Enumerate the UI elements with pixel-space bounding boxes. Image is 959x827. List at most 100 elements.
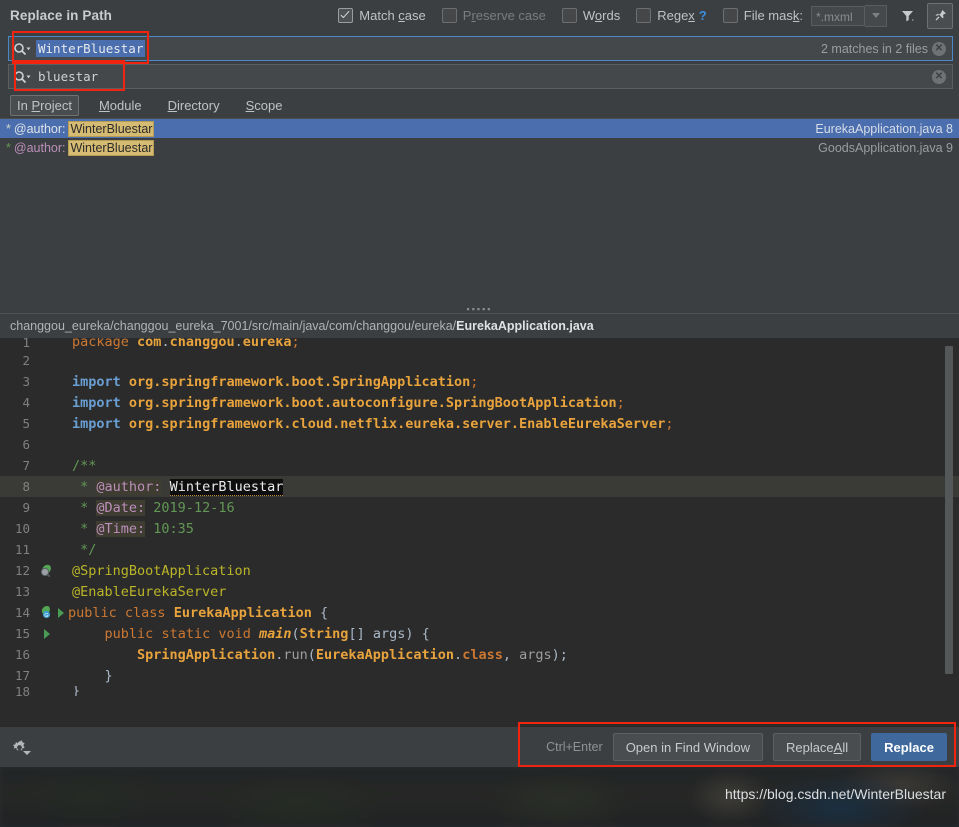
chevron-down-icon[interactable] [865, 4, 887, 27]
code-line: 6 [0, 434, 959, 455]
splitter-grip: ▪▪▪▪▪ [466, 303, 493, 314]
clear-icon[interactable]: ✕ [932, 69, 946, 84]
result-file: GoodsApplication.java 9 [818, 140, 953, 155]
code-line: 13 @EnableEurekaServer [0, 581, 959, 602]
file-mask-input[interactable]: *.mxml [811, 5, 865, 26]
code-line: 5 import org.springframework.cloud.netfl… [0, 413, 959, 434]
line-number: 2 [22, 353, 30, 368]
code-text: } [72, 667, 113, 684]
option-file-mask[interactable]: File mask: [722, 8, 803, 23]
line-number: 6 [22, 437, 30, 452]
shortcut-hint: Ctrl+Enter [546, 740, 603, 754]
search-options: Match case Preserve case Words Regex ? F… [322, 2, 953, 29]
comment-star: * [6, 140, 11, 155]
line-number: 12 [14, 563, 30, 578]
file-mask-checkbox[interactable] [722, 8, 738, 23]
scope-in-project[interactable]: In Project [10, 94, 79, 116]
code-text: import org.springframework.boot.autoconf… [72, 394, 625, 411]
code-text: import org.springframework.cloud.netflix… [72, 415, 674, 432]
code-text: public class EurekaApplication { [68, 604, 329, 621]
code-text: /** [72, 457, 97, 474]
line-number: 1 [22, 338, 30, 350]
line-number: 14 [14, 605, 30, 620]
chevron-down-icon[interactable] [23, 751, 31, 755]
regex-label: Regex [657, 8, 695, 23]
search-icon[interactable] [13, 70, 31, 84]
find-input[interactable]: WinterBluestar 2 matches in 2 files ✕ [8, 36, 953, 61]
code-editor[interactable]: 1 package com.changgou.eureka; 2 3 impor… [0, 338, 959, 727]
words-checkbox[interactable] [561, 8, 577, 23]
code-line: 3 import org.springframework.boot.Spring… [0, 371, 959, 392]
pin-icon[interactable] [927, 2, 953, 29]
line-number: 11 [14, 542, 30, 557]
code-text: * @Time: 10:35 [72, 520, 194, 537]
result-file: EurekaApplication.java 8 [815, 121, 953, 136]
replace-in-path-dialog: Replace in Path Match case Preserve case… [0, 0, 959, 767]
match-case-checkbox[interactable] [338, 8, 354, 23]
option-regex[interactable]: Regex ? [636, 8, 707, 23]
code-line: 18 } [0, 686, 959, 696]
svg-text:G: G [44, 613, 48, 619]
scope-selector: In Project Module Directory Scope [0, 92, 959, 118]
scope-module[interactable]: Module [93, 96, 148, 115]
line-number: 3 [22, 374, 30, 389]
clear-icon[interactable]: ✕ [932, 41, 946, 56]
code-line: 1 package com.changgou.eureka; [0, 338, 959, 350]
find-input-value[interactable]: WinterBluestar [36, 40, 146, 57]
preserve-case-checkbox[interactable] [441, 8, 457, 23]
line-number: 15 [14, 626, 30, 641]
editor-scrollbar[interactable] [945, 346, 953, 674]
run-arrow-icon[interactable] [34, 628, 60, 640]
panel-splitter[interactable]: ▪▪▪▪▪ [0, 304, 959, 313]
code-text: } [72, 686, 81, 696]
dialog-header: Replace in Path Match case Preserve case… [0, 0, 959, 31]
code-text: import org.springframework.boot.SpringAp… [72, 373, 479, 390]
code-text: */ [72, 541, 97, 558]
result-row[interactable]: * @author: WinterBluestar GoodsApplicati… [0, 138, 959, 157]
file-mask-combo[interactable]: *.mxml [811, 4, 887, 27]
replace-field-wrap: bluestar ✕ [8, 60, 953, 91]
line-number: 17 [14, 668, 30, 683]
open-in-find-window-button[interactable]: Open in Find Window [612, 733, 763, 761]
code-line: 4 import org.springframework.boot.autoco… [0, 392, 959, 413]
run-gutter-icon[interactable] [34, 563, 60, 579]
code-line: 9 * @Date: 2019-12-16 [0, 497, 959, 518]
line-number: 13 [14, 584, 30, 599]
option-words[interactable]: Words [561, 8, 620, 23]
results-list[interactable]: * @author: WinterBluestar EurekaApplicat… [0, 118, 959, 304]
comment-star: * [6, 121, 11, 136]
find-field-wrap: WinterBluestar 2 matches in 2 files ✕ [8, 31, 953, 64]
line-number: 10 [14, 521, 30, 536]
gear-icon[interactable] [8, 736, 31, 758]
regex-help-link[interactable]: ? [699, 8, 707, 23]
search-icon[interactable] [13, 42, 31, 56]
code-line: 16 SpringApplication.run(EurekaApplicati… [0, 644, 959, 665]
replace-input[interactable]: bluestar ✕ [8, 64, 953, 89]
code-text: public static void main(String[] args) { [104, 625, 430, 642]
line-number: 7 [22, 458, 30, 473]
replace-input-value[interactable]: bluestar [36, 68, 100, 85]
line-number: 4 [22, 395, 30, 410]
breadcrumb: changgou_eureka/changgou_eureka_7001/src… [0, 314, 959, 338]
result-match-highlight: WinterBluestar [68, 139, 155, 156]
line-number: 18 [14, 686, 30, 696]
scope-scope[interactable]: Scope [240, 96, 289, 115]
code-line: 11 */ [0, 539, 959, 560]
code-line: 10 * @Time: 10:35 [0, 518, 959, 539]
option-preserve-case[interactable]: Preserve case [441, 8, 546, 23]
breadcrumb-file: EurekaApplication.java [456, 319, 594, 333]
run-arrow-icon[interactable] [54, 607, 68, 619]
line-number: 16 [14, 647, 30, 662]
filter-icon[interactable] [895, 4, 919, 28]
code-line: 17 } [0, 665, 959, 686]
code-text: package com.changgou.eureka; [72, 338, 300, 350]
result-row[interactable]: * @author: WinterBluestar EurekaApplicat… [0, 119, 959, 138]
replace-button[interactable]: Replace [871, 733, 947, 761]
breadcrumb-path: changgou_eureka/changgou_eureka_7001/src… [10, 319, 457, 333]
line-number: 5 [22, 416, 30, 431]
scope-directory[interactable]: Directory [162, 96, 226, 115]
regex-checkbox[interactable] [636, 8, 652, 23]
replace-all-button[interactable]: Replace All [772, 733, 862, 761]
option-match-case[interactable]: Match case [338, 8, 426, 23]
code-line: 14 G public class EurekaApplication { [0, 602, 959, 623]
